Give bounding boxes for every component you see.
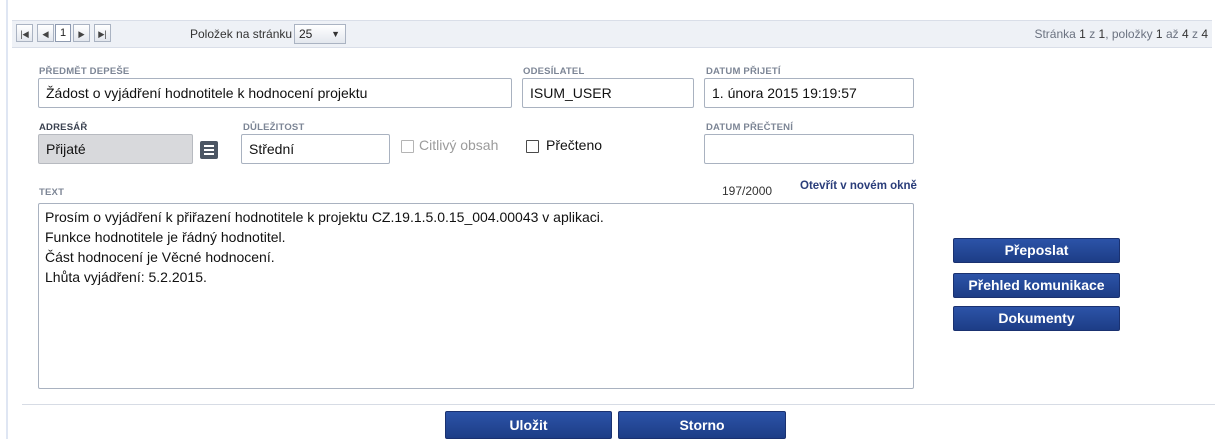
pager-info: Stránka 1 z 1, položky 1 až 4 z 4	[1034, 27, 1208, 41]
divider	[22, 404, 1215, 405]
folder-label: Adresář	[39, 122, 88, 133]
pager-info-sep3: až	[1162, 27, 1182, 41]
pager-info-sep2: , položky	[1105, 27, 1156, 41]
sensitive-label: Citlivý obsah	[419, 137, 499, 153]
sensitive-checkbox[interactable]	[401, 140, 414, 153]
save-button[interactable]: Uložit	[445, 411, 612, 439]
read-date-label: Datum přečtení	[706, 122, 794, 133]
list-icon[interactable]	[200, 141, 218, 159]
char-counter: 197/2000	[722, 184, 773, 198]
page-number-input[interactable]: 1	[55, 24, 71, 42]
pager-info-sep4: z	[1188, 27, 1202, 41]
importance-label: Důležitost	[243, 122, 305, 133]
text-line: Prosím o vyjádření k přiřazení hodnotite…	[45, 209, 604, 225]
subject-field[interactable]: Žádost o vyjádření hodnotitele k hodnoce…	[38, 78, 512, 108]
pager-info-to: 4	[1181, 27, 1189, 41]
read-label: Přečteno	[546, 137, 603, 153]
per-page-select[interactable]: 25 ▼	[294, 24, 346, 44]
text-line: Funkce hodnotitele je řádný hodnotitel.	[45, 229, 286, 245]
received-date-field[interactable]: 1. února 2015 19:19:57	[704, 78, 914, 108]
communication-overview-button[interactable]: Přehled komunikace	[953, 273, 1120, 298]
pager-bar: |◀ ◀ 1 ▶ ▶| Položek na stránku 25 ▼ Strá…	[12, 20, 1212, 48]
documents-button[interactable]: Dokumenty	[953, 306, 1120, 331]
text-label: Text	[39, 187, 65, 198]
cancel-button[interactable]: Storno	[618, 411, 786, 439]
subject-label: Předmět depeše	[39, 66, 130, 77]
per-page-label: Položek na stránku	[190, 27, 293, 41]
received-date-label: Datum přijetí	[706, 66, 781, 77]
sender-label: Odesílatel	[523, 66, 585, 77]
read-date-field[interactable]	[704, 134, 914, 164]
pager-info-sep1: z	[1085, 27, 1099, 41]
pager-info-page: 1	[1079, 27, 1086, 41]
sender-field[interactable]: ISUM_USER	[522, 78, 694, 108]
text-line: Lhůta vyjádření: 5.2.2015.	[45, 269, 207, 285]
text-line: Část hodnocení je Věcné hodnocení.	[45, 249, 275, 265]
importance-field[interactable]: Střední	[241, 134, 390, 164]
forward-button[interactable]: Přeposlat	[953, 238, 1120, 263]
pager-info-total: 4	[1201, 27, 1208, 41]
prev-page-icon[interactable]: ◀	[37, 24, 54, 42]
message-textarea[interactable]: Prosím o vyjádření k přiřazení hodnotite…	[38, 203, 914, 389]
first-page-icon[interactable]: |◀	[16, 24, 33, 42]
per-page-value: 25	[299, 27, 313, 41]
pager-info-from: 1	[1155, 27, 1163, 41]
open-new-window-link[interactable]: Otevřít v novém okně	[800, 180, 917, 192]
chevron-down-icon: ▼	[331, 29, 340, 39]
pager-info-prefix: Stránka	[1034, 27, 1080, 41]
next-page-icon[interactable]: ▶	[73, 24, 90, 42]
read-checkbox[interactable]	[526, 140, 539, 153]
left-border	[6, 0, 8, 439]
last-page-icon[interactable]: ▶|	[94, 24, 111, 42]
folder-field[interactable]: Přijaté	[38, 134, 193, 164]
